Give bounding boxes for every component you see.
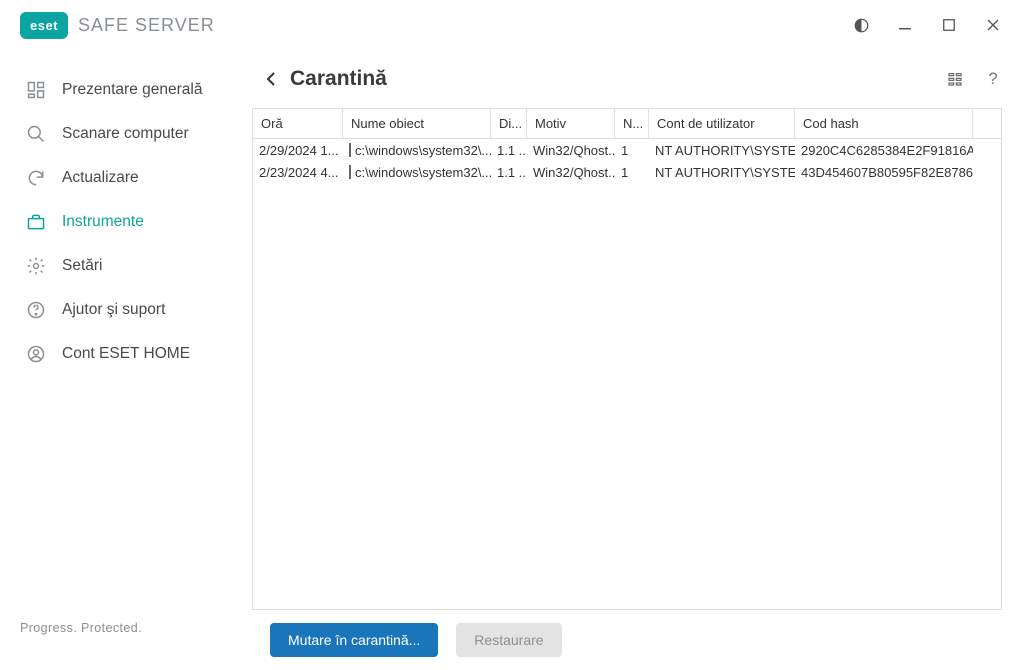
product-name: SAFE SERVER — [78, 15, 215, 36]
sidebar-item-label: Actualizare — [62, 169, 139, 187]
cell-object: c:\windows\system32\... — [343, 139, 491, 161]
cell-reason: Win32/Qhost... — [527, 161, 615, 183]
cell-hash: 43D454607B80595F82E8786... — [795, 161, 973, 183]
col-spacer — [973, 109, 1001, 138]
minimize-icon[interactable] — [896, 16, 914, 34]
col-reason[interactable]: Motiv — [527, 109, 615, 138]
logo-badge: eset — [20, 12, 68, 39]
cell-count: 1 — [615, 161, 649, 183]
col-time[interactable]: Oră — [253, 109, 343, 138]
main-panel: Carantină ? Oră Nume obiect Di... Motiv … — [252, 50, 1024, 610]
title-bar: eset SAFE SERVER — [0, 0, 1024, 50]
search-icon — [24, 122, 48, 146]
sidebar-item-overview[interactable]: Prezentare generală — [0, 68, 252, 112]
sidebar: Prezentare generală Scanare computer Act… — [0, 50, 252, 610]
window-controls — [852, 16, 1002, 34]
table-row[interactable]: 2/29/2024 1...c:\windows\system32\...1.1… — [253, 139, 1001, 161]
user-icon — [24, 342, 48, 366]
table-row[interactable]: 2/23/2024 4...c:\windows\system32\...1.1… — [253, 161, 1001, 183]
col-size[interactable]: Di... — [491, 109, 527, 138]
table-header: Oră Nume obiect Di... Motiv N... Cont de… — [253, 109, 1001, 139]
cell-user: NT AUTHORITY\SYSTEM — [649, 161, 795, 183]
sidebar-item-update[interactable]: Actualizare — [0, 156, 252, 200]
cell-count: 1 — [615, 139, 649, 161]
page-header: Carantină ? — [252, 50, 1002, 108]
sidebar-item-label: Setări — [62, 257, 103, 275]
sidebar-item-settings[interactable]: Setări — [0, 244, 252, 288]
col-count[interactable]: N... — [615, 109, 649, 138]
sidebar-item-help[interactable]: Ajutor şi suport — [0, 288, 252, 332]
view-options-icon[interactable] — [946, 70, 964, 88]
cell-time: 2/29/2024 1... — [253, 139, 343, 161]
cell-size: 1.1 ... — [491, 161, 527, 183]
footer-tagline: Progress. Protected. — [0, 621, 252, 659]
cell-hash: 2920C4C6285384E2F91816A... — [795, 139, 973, 161]
sidebar-item-label: Prezentare generală — [62, 81, 202, 99]
sidebar-item-label: Scanare computer — [62, 125, 189, 143]
help-icon[interactable]: ? — [984, 70, 1002, 88]
refresh-icon — [24, 166, 48, 190]
contrast-icon[interactable] — [852, 16, 870, 34]
gear-icon — [24, 254, 48, 278]
sidebar-item-tools[interactable]: Instrumente — [0, 200, 252, 244]
sidebar-item-label: Ajutor şi suport — [62, 301, 165, 319]
sidebar-item-label: Cont ESET HOME — [62, 345, 190, 363]
col-object[interactable]: Nume obiect — [343, 109, 491, 138]
move-to-quarantine-button[interactable]: Mutare în carantină... — [270, 623, 438, 657]
cell-time: 2/23/2024 4... — [253, 161, 343, 183]
help-icon — [24, 298, 48, 322]
toolbox-icon — [24, 210, 48, 234]
sidebar-item-label: Instrumente — [62, 213, 144, 231]
cell-user: NT AUTHORITY\SYSTEM — [649, 139, 795, 161]
page-title: Carantină — [290, 67, 387, 91]
col-user[interactable]: Cont de utilizator — [649, 109, 795, 138]
maximize-icon[interactable] — [940, 16, 958, 34]
dashboard-icon — [24, 78, 48, 102]
col-hash[interactable]: Cod hash — [795, 109, 973, 138]
table-body: 2/29/2024 1...c:\windows\system32\...1.1… — [253, 139, 1001, 609]
restore-button[interactable]: Restaurare — [456, 623, 561, 657]
quarantine-table: Oră Nume obiect Di... Motiv N... Cont de… — [252, 108, 1002, 610]
cell-size: 1.1 ... — [491, 139, 527, 161]
action-bar: Mutare în carantină... Restaurare — [252, 610, 1024, 670]
back-icon[interactable] — [260, 68, 282, 90]
close-icon[interactable] — [984, 16, 1002, 34]
sidebar-item-scan[interactable]: Scanare computer — [0, 112, 252, 156]
cell-reason: Win32/Qhost... — [527, 139, 615, 161]
cell-object: c:\windows\system32\... — [343, 161, 491, 183]
sidebar-item-account[interactable]: Cont ESET HOME — [0, 332, 252, 376]
